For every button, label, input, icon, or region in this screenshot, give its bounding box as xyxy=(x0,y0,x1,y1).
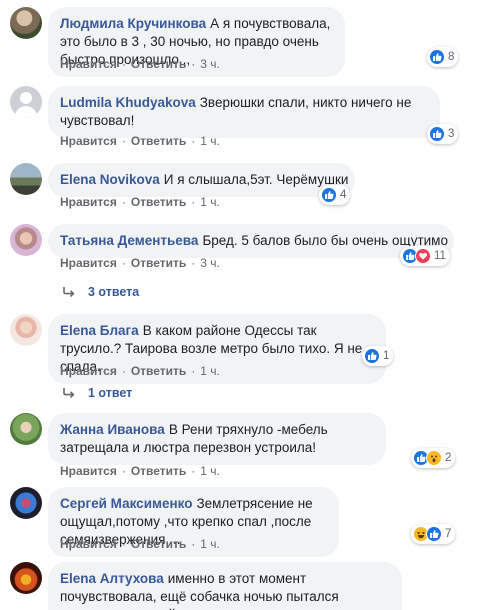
avatar[interactable] xyxy=(10,413,42,445)
comment-actions: Нравится · Ответить · 1 ч. xyxy=(60,134,220,148)
avatar[interactable] xyxy=(10,562,42,594)
comment-author[interactable]: Сергей Максименко xyxy=(60,496,192,511)
comment-bubble: Ludmila Khudyakova Зверюшки спали, никто … xyxy=(48,86,440,138)
reply-arrow-icon xyxy=(63,388,75,398)
comment-actions: Нравится · Ответить · 1 ч. xyxy=(60,537,220,551)
like-button[interactable]: Нравится xyxy=(60,537,117,551)
comment-author[interactable]: Elena Novikova xyxy=(60,172,160,187)
reactions-summary[interactable]: 8 xyxy=(427,47,459,67)
like-reaction-icon xyxy=(429,126,445,142)
reply-button[interactable]: Ответить xyxy=(131,364,186,378)
comment-time[interactable]: 1 ч. xyxy=(200,537,220,551)
comment-actions: Нравится · Ответить · 1 ч. xyxy=(60,195,220,209)
like-button[interactable]: Нравится xyxy=(60,195,117,209)
reaction-count: 8 xyxy=(448,51,455,63)
comment-text: И я слышала,5эт. Черёмушки xyxy=(163,172,349,187)
reply-button[interactable]: Ответить xyxy=(131,537,186,551)
reaction-count: 1 xyxy=(383,350,390,362)
comment-time[interactable]: 1 ч. xyxy=(200,195,220,209)
replies-count-label: 3 ответа xyxy=(88,285,140,299)
comment-bubble: Elena Алтухова именно в этот момент почув… xyxy=(48,562,402,610)
like-button[interactable]: Нравится xyxy=(60,364,117,378)
wow-reaction-icon xyxy=(426,450,442,466)
comment-time[interactable]: 3 ч. xyxy=(200,57,220,71)
reactions-summary[interactable]: 4 xyxy=(319,185,351,205)
reaction-count: 2 xyxy=(445,452,452,464)
comment-actions: Нравится · Ответить · 3 ч. xyxy=(60,256,220,270)
reactions-summary[interactable]: 11 xyxy=(400,246,450,266)
reaction-count: 7 xyxy=(445,528,452,540)
comment-author[interactable]: Ludmila Khudyakova xyxy=(60,95,196,110)
reply-button[interactable]: Ответить xyxy=(131,57,186,71)
reactions-summary[interactable]: 2 xyxy=(411,448,456,468)
avatar[interactable] xyxy=(10,487,42,519)
comment-bubble: Elena Novikova И я слышала,5эт. Черёмушки xyxy=(48,163,355,197)
avatar[interactable] xyxy=(10,163,42,195)
replies-count-label: 1 ответ xyxy=(88,386,133,400)
avatar[interactable] xyxy=(10,314,42,346)
reply-button[interactable]: Ответить xyxy=(131,256,186,270)
comment-bubble: Жанна Иванова В Рени тряхнуло -мебель зат… xyxy=(48,413,386,465)
like-button[interactable]: Нравится xyxy=(60,256,117,270)
like-button[interactable]: Нравится xyxy=(60,134,117,148)
like-button[interactable]: Нравится xyxy=(60,464,117,478)
reactions-summary[interactable]: 3 xyxy=(427,124,459,144)
reaction-count: 4 xyxy=(340,189,347,201)
reply-button[interactable]: Ответить xyxy=(131,134,186,148)
reactions-summary[interactable]: 1 xyxy=(362,346,394,366)
like-reaction-icon xyxy=(426,526,442,542)
avatar[interactable] xyxy=(10,86,42,118)
reply-button[interactable]: Ответить xyxy=(131,464,186,478)
comment-author[interactable]: Людмила Кручинкова xyxy=(60,16,206,31)
comment-actions: Нравится · Ответить · 1 ч. xyxy=(60,364,220,378)
comment-time[interactable]: 3 ч. xyxy=(200,256,220,270)
comment-time[interactable]: 1 ч. xyxy=(200,464,220,478)
like-reaction-icon xyxy=(321,187,337,203)
like-reaction-icon xyxy=(364,348,380,364)
view-replies-link[interactable]: 3 ответа xyxy=(62,285,139,299)
reaction-count: 11 xyxy=(434,250,446,262)
comment-author[interactable]: Татьяна Дементьева xyxy=(60,233,198,248)
like-reaction-icon xyxy=(429,49,445,65)
reply-button[interactable]: Ответить xyxy=(131,195,186,209)
comment-author[interactable]: Жанна Иванова xyxy=(60,422,165,437)
reaction-count: 3 xyxy=(448,128,455,140)
reply-arrow-icon xyxy=(63,287,75,297)
comment-time[interactable]: 1 ч. xyxy=(200,364,220,378)
comment-author[interactable]: Elena Алтухова xyxy=(60,571,164,586)
avatar[interactable] xyxy=(10,224,42,256)
comment-actions: Нравится · Ответить · 3 ч. xyxy=(60,57,220,71)
comment-time[interactable]: 1 ч. xyxy=(200,134,220,148)
love-reaction-icon xyxy=(415,248,431,264)
reactions-summary[interactable]: 7 xyxy=(411,524,456,544)
like-button[interactable]: Нравится xyxy=(60,57,117,71)
avatar[interactable] xyxy=(10,7,42,39)
comment-author[interactable]: Elena Блага xyxy=(60,323,139,338)
view-replies-link[interactable]: 1 ответ xyxy=(62,386,132,400)
comment-bubble: Татьяна Дементьева Бред. 5 балов было бы … xyxy=(48,224,454,258)
comment-actions: Нравится · Ответить · 1 ч. xyxy=(60,464,220,478)
